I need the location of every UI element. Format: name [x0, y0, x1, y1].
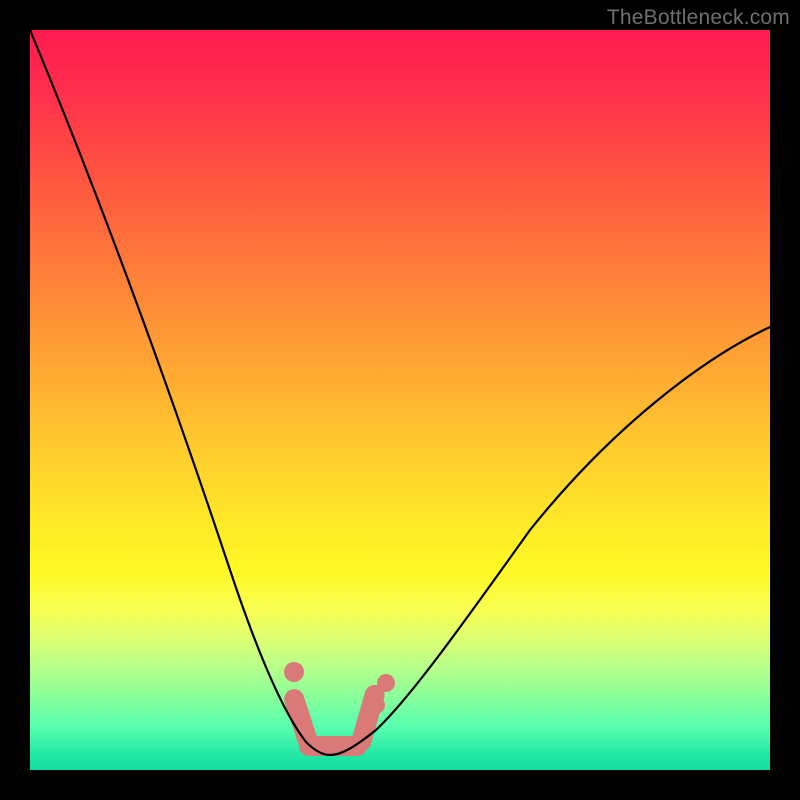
chart-frame: TheBottleneck.com [0, 0, 800, 800]
curve-left-branch [30, 30, 330, 755]
plot-area [30, 30, 770, 770]
watermark-text: TheBottleneck.com [607, 6, 790, 30]
bottleneck-curve [30, 30, 770, 770]
curve-right-branch [330, 327, 770, 755]
